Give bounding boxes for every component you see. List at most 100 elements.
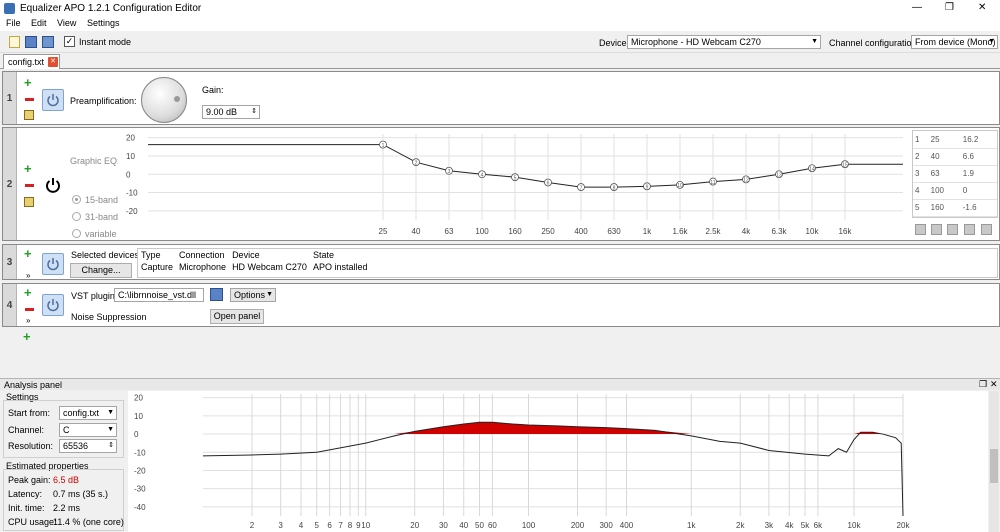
eq-band-number: 3 — [448, 169, 451, 175]
start-from-select[interactable]: config.txt ▼ — [59, 406, 117, 420]
channel-select[interactable]: C ▼ — [59, 423, 117, 437]
invert-icon[interactable] — [964, 224, 975, 235]
title-bar: Equalizer APO 1.2.1 Configuration Editor… — [0, 0, 1000, 17]
remove-filter-icon[interactable] — [25, 98, 34, 101]
y-tick-label: -10 — [134, 448, 146, 457]
radio-15-band[interactable] — [72, 195, 81, 204]
table-row[interactable]: Capture Microphone HD Webcam C270 APO in… — [138, 261, 370, 273]
channel-config-select[interactable]: From device (Mono) ▼ — [911, 35, 998, 49]
channel-value: C — [63, 425, 70, 435]
add-filter-bottom-icon[interactable]: + — [23, 330, 31, 343]
band-table-row[interactable]: 5 160 -1.6 — [913, 199, 997, 217]
resolution-label: Resolution: — [8, 441, 54, 451]
add-filter-icon[interactable]: + — [24, 162, 34, 175]
x-tick-label: 60 — [488, 521, 497, 530]
power-toggle-button[interactable] — [42, 89, 64, 111]
expand-icon[interactable]: » — [26, 271, 30, 280]
radio-variable[interactable] — [72, 229, 81, 238]
gain-knob[interactable] — [141, 77, 187, 123]
copy-icon[interactable] — [947, 224, 958, 235]
import-icon[interactable] — [915, 224, 926, 235]
vst-plugin-label: VST plugin: — [71, 291, 118, 301]
col-device: Device — [232, 250, 260, 260]
vertical-scrollbar[interactable] — [989, 391, 999, 532]
chart-background — [128, 391, 988, 532]
save-file-icon[interactable] — [42, 36, 54, 48]
open-file-icon[interactable] — [25, 36, 37, 48]
device-select[interactable]: Microphone - HD Webcam C270 ▼ — [627, 35, 821, 49]
eq-band-number: 8 — [613, 185, 616, 191]
maximize-button[interactable]: ❐ — [945, 2, 954, 13]
x-tick-label: 100 — [522, 521, 536, 530]
band-table-row[interactable]: 2 40 6.6 — [913, 148, 997, 166]
band-table-row[interactable]: 3 63 1.9 — [913, 165, 997, 183]
eq-band-number: 1 — [382, 143, 385, 149]
x-tick-label: 2.5k — [705, 227, 721, 236]
chevron-down-icon: ▼ — [107, 426, 114, 433]
browse-file-icon[interactable] — [210, 288, 223, 301]
graphic-eq-chart[interactable]: 20100-10-2025 40 63 100 160 250 400 630 1k 1.6k 2.… — [118, 130, 908, 240]
remove-filter-icon[interactable] — [25, 184, 34, 187]
power-icon[interactable] — [45, 177, 61, 193]
menu-file[interactable]: File — [6, 18, 21, 28]
close-window-button[interactable]: ✕ — [978, 2, 986, 13]
x-tick-label: 6.3k — [771, 227, 787, 236]
instant-mode-checkbox[interactable]: ✓ — [64, 36, 75, 47]
y-tick-label: 0 — [126, 170, 131, 179]
add-filter-icon[interactable]: + — [24, 76, 34, 89]
menu-edit[interactable]: Edit — [31, 18, 47, 28]
x-tick-label: 10 — [361, 521, 370, 530]
y-tick-label: -40 — [134, 503, 146, 512]
change-devices-button[interactable]: Change... — [70, 263, 132, 278]
band-freq: 63 — [928, 165, 961, 183]
y-tick-label: -20 — [126, 207, 138, 216]
x-tick-label: 3 — [278, 521, 283, 530]
x-tick-label: 20 — [410, 521, 419, 530]
gain-spinbox[interactable]: 9.00 dB ⇕ — [202, 105, 260, 119]
spin-arrows-icon[interactable]: ⇕ — [108, 440, 114, 452]
power-toggle-button[interactable] — [42, 294, 64, 316]
close-tab-icon[interactable]: ✕ — [48, 57, 58, 67]
tab-config[interactable]: config.txt ✕ — [3, 54, 60, 69]
add-filter-icon[interactable]: + — [24, 286, 34, 299]
resolution-spinbox[interactable]: 65536 ⇕ — [59, 439, 117, 453]
band-gain: 6.6 — [960, 148, 997, 166]
radio-31-band[interactable] — [72, 212, 81, 221]
minimize-button[interactable]: — — [912, 2, 922, 13]
expand-icon[interactable]: » — [26, 316, 30, 325]
vst-path-input[interactable]: C:\librnnoise_vst.dll — [114, 288, 204, 302]
remove-filter-icon[interactable] — [25, 308, 34, 311]
export-icon[interactable] — [931, 224, 942, 235]
x-tick-label: 4 — [299, 521, 304, 530]
options-dropdown[interactable]: Options ▼ — [230, 288, 276, 302]
float-panel-icon[interactable]: ❐ — [979, 379, 987, 390]
filter-row-graphic-eq: 2 + Graphic EQ: 15-band 31-band variable… — [2, 127, 1000, 241]
selected-devices-label: Selected devices: — [71, 250, 142, 260]
band-table-row[interactable]: 1 25 16.2 — [913, 131, 997, 149]
open-panel-button[interactable]: Open panel — [210, 309, 264, 324]
new-file-icon[interactable] — [9, 36, 20, 48]
x-tick-label: 3k — [765, 521, 774, 530]
cpu-usage-label: CPU usage: — [8, 517, 57, 527]
menu-view[interactable]: View — [57, 18, 76, 28]
x-tick-label: 63 — [445, 227, 454, 236]
edit-filter-icon[interactable] — [24, 110, 34, 120]
x-tick-label: 160 — [508, 227, 522, 236]
x-tick-label: 5 — [315, 521, 320, 530]
spin-arrows-icon[interactable]: ⇕ — [251, 106, 257, 118]
edit-filter-icon[interactable] — [24, 197, 34, 207]
scrollbar-thumb[interactable] — [990, 449, 998, 483]
band-table-row[interactable]: 4 100 0 — [913, 182, 997, 200]
options-label: Options — [234, 290, 266, 300]
analysis-chart[interactable]: 20100-10-20-30-402 3 4 5 6 7 8 9 10 20 30 40 50 60 100… — [128, 391, 988, 532]
add-filter-icon[interactable]: + — [24, 247, 34, 260]
y-tick-label: 0 — [134, 430, 139, 439]
normalize-icon[interactable] — [981, 224, 992, 235]
start-from-value: config.txt — [63, 408, 100, 418]
power-toggle-button[interactable] — [42, 253, 64, 275]
close-panel-icon[interactable]: ✕ — [990, 379, 998, 390]
menu-settings[interactable]: Settings — [87, 18, 120, 28]
x-tick-label: 6k — [814, 521, 823, 530]
eq-band-number: 14 — [809, 166, 815, 172]
chevron-down-icon: ▼ — [811, 38, 818, 45]
